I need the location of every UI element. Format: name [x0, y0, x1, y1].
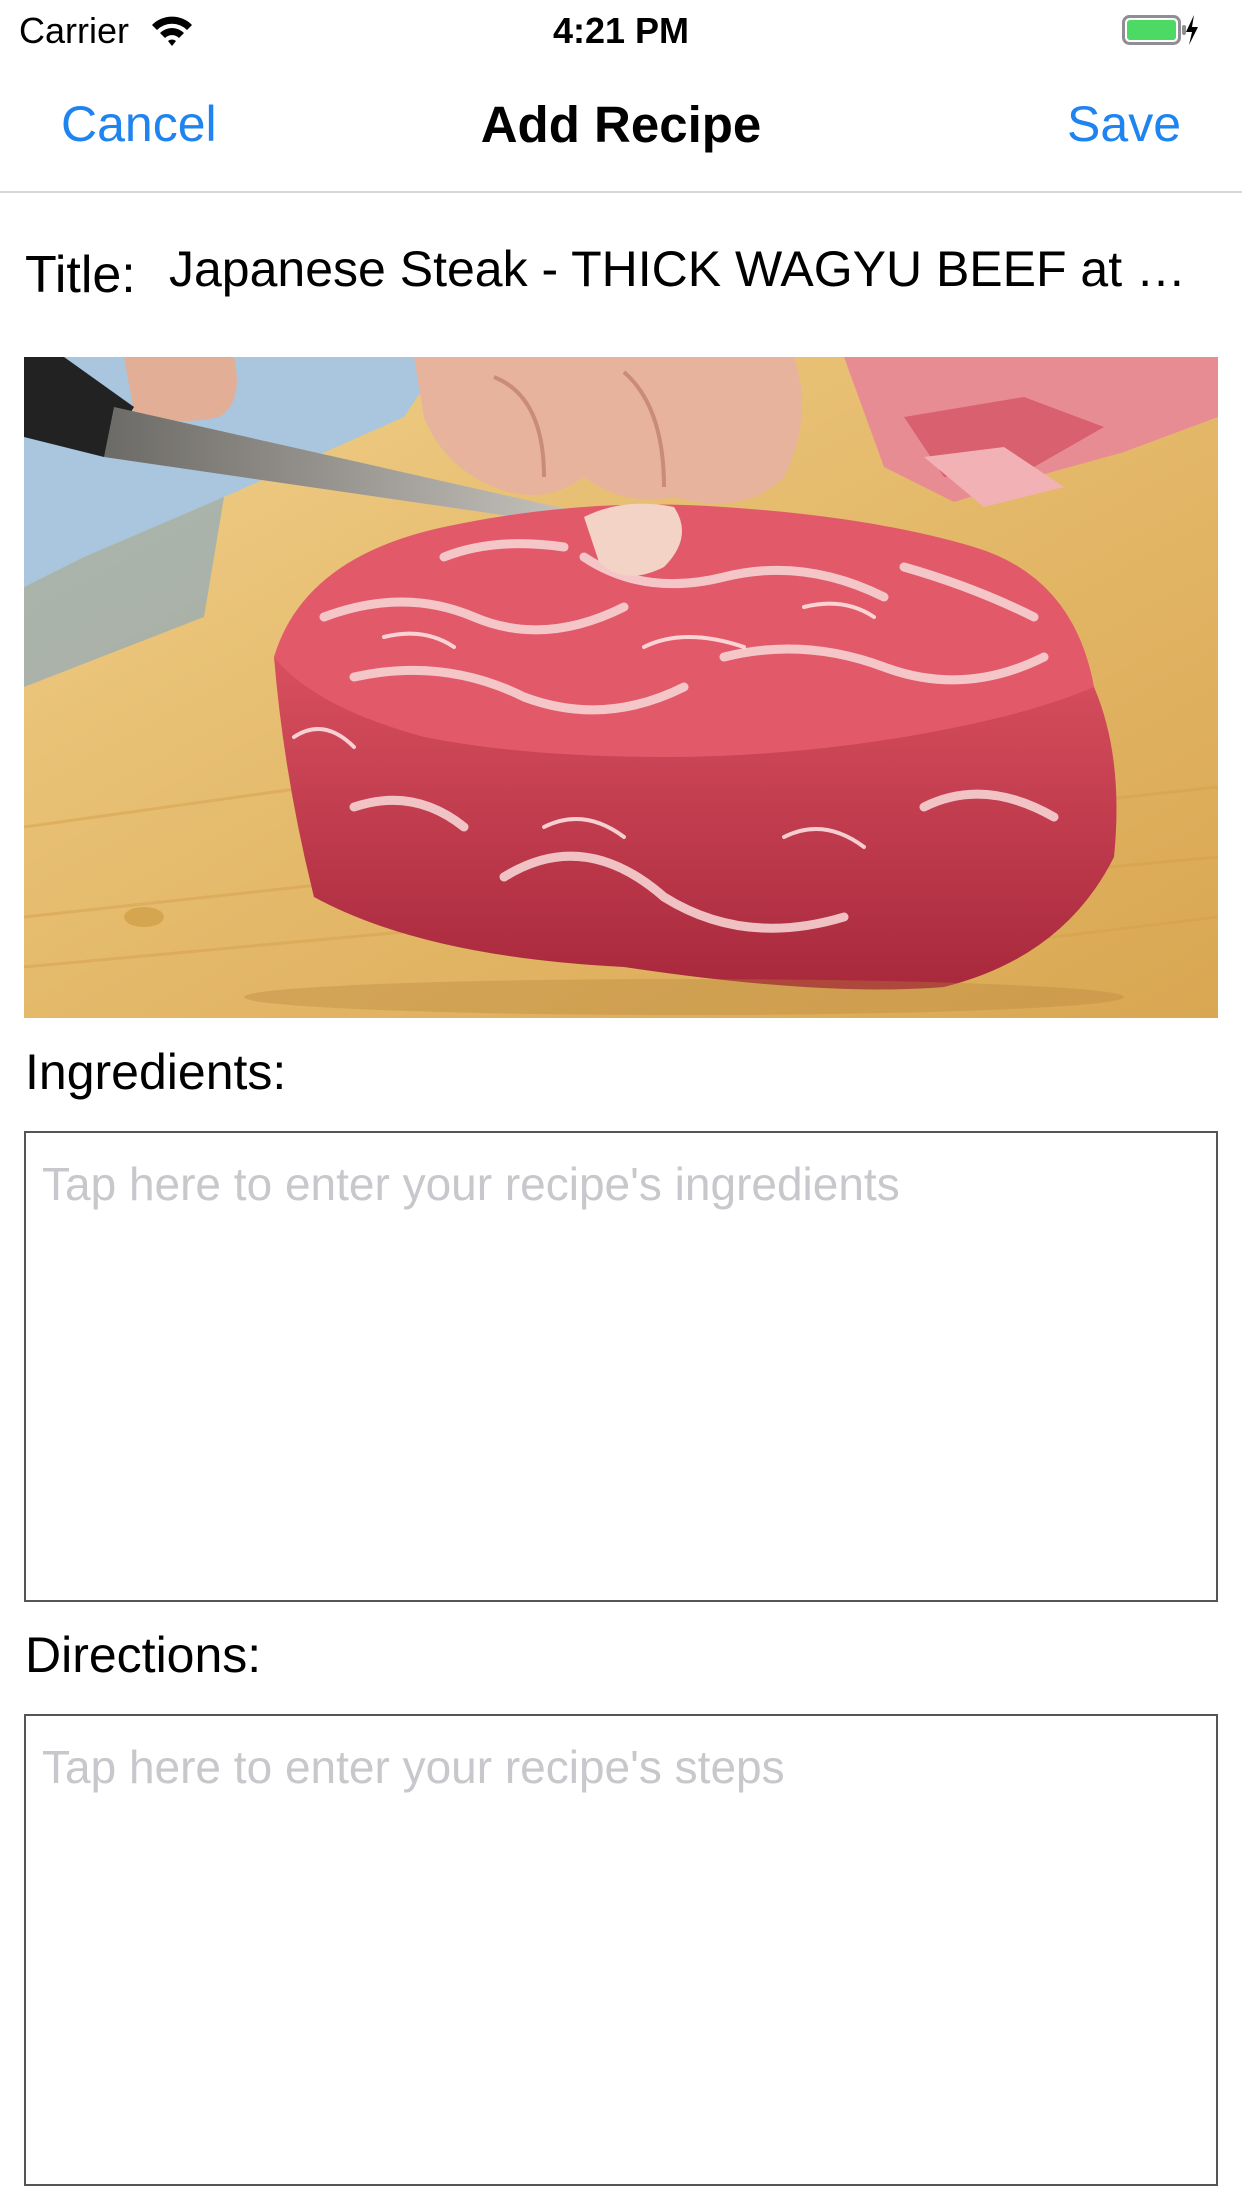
- battery-charging-icon: [1122, 13, 1198, 47]
- directions-text-area[interactable]: Tap here to enter your recipe's steps: [24, 1714, 1218, 2186]
- status-time: 4:21 PM: [552, 10, 690, 51]
- page-title: Add Recipe: [480, 96, 762, 153]
- add-recipe-screen: Carrier 4:21 PM Cancel Add Recipe Save T…: [0, 0, 1242, 2208]
- directions-label: Directions:: [25, 1627, 262, 1683]
- navigation-bar: Cancel Add Recipe Save: [0, 60, 1242, 193]
- title-label: Title:: [25, 246, 136, 304]
- save-button[interactable]: Save: [1067, 95, 1181, 153]
- ingredients-label: Ingredients:: [25, 1044, 287, 1100]
- ingredients-text-area[interactable]: Tap here to enter your recipe's ingredie…: [24, 1131, 1218, 1602]
- recipe-photo[interactable]: [24, 357, 1218, 1018]
- title-field[interactable]: Japanese Steak - THICK WAGYU BEEF at S..…: [169, 240, 1199, 298]
- ingredients-placeholder: Tap here to enter your recipe's ingredie…: [42, 1158, 900, 1210]
- directions-placeholder: Tap here to enter your recipe's steps: [42, 1741, 785, 1793]
- status-bar: Carrier 4:21 PM: [0, 0, 1242, 60]
